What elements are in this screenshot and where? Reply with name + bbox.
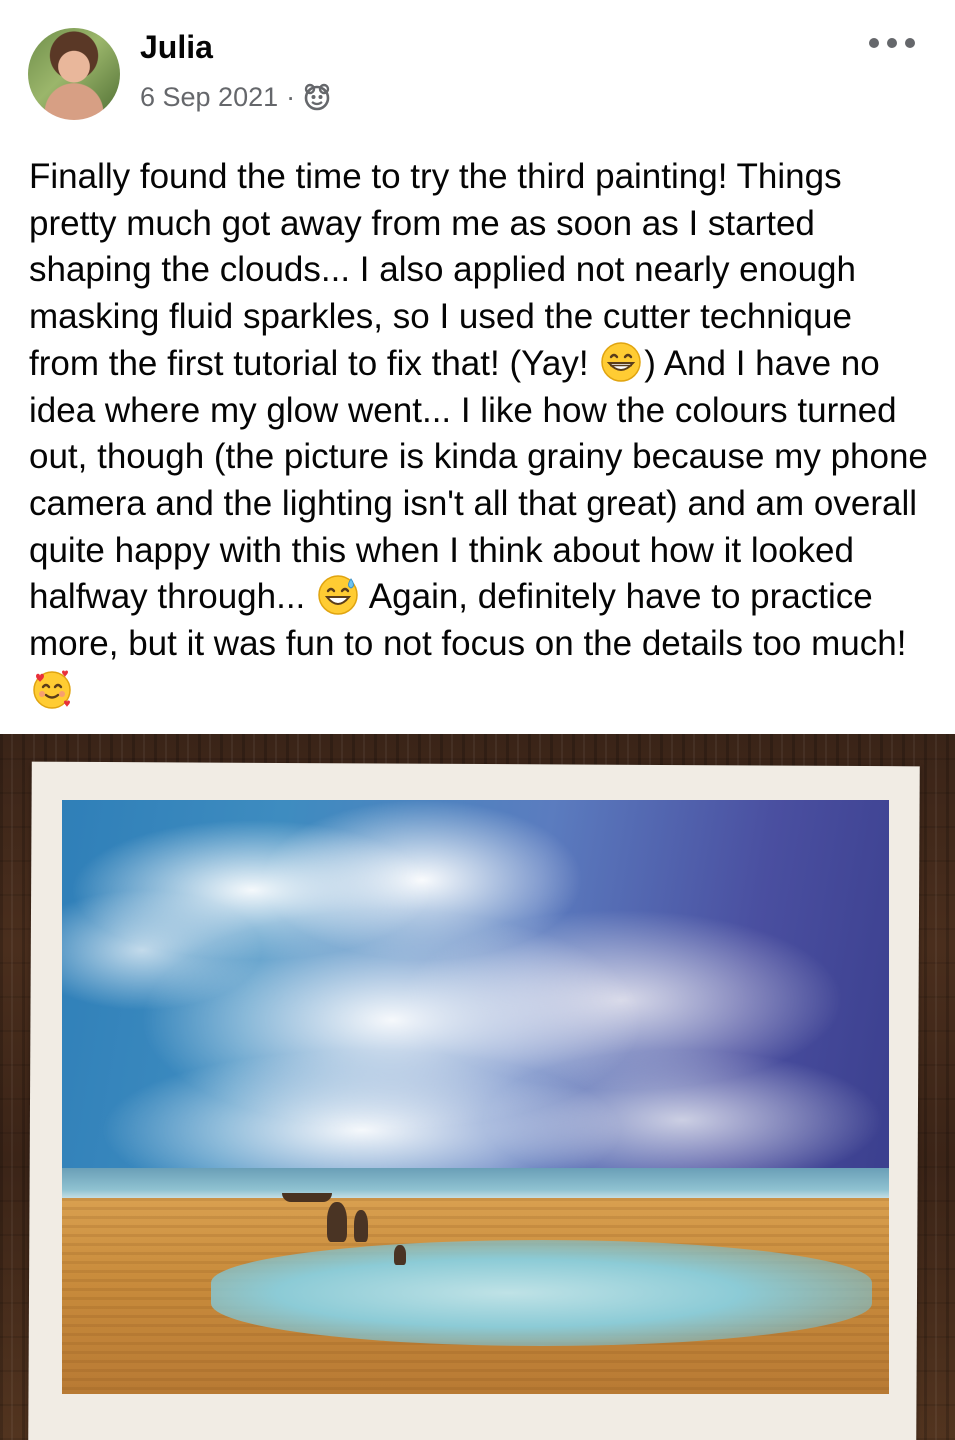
post-date[interactable]: 6 Sep 2021 bbox=[140, 82, 278, 113]
painting-figure bbox=[327, 1202, 347, 1242]
post-meta: 6 Sep 2021 · bbox=[140, 80, 331, 114]
painting-figure bbox=[394, 1245, 406, 1265]
painting-tide-pool bbox=[210, 1239, 873, 1347]
post-text: Finally found the time to try the third … bbox=[29, 154, 929, 714]
painting-sky bbox=[62, 800, 889, 1187]
friends-icon[interactable] bbox=[303, 83, 331, 111]
sweat-smile-emoji bbox=[318, 575, 358, 616]
grinning-emoji bbox=[601, 342, 642, 382]
post-text-part: ) And I have no idea where my glow went.… bbox=[29, 343, 928, 617]
author-avatar[interactable] bbox=[28, 28, 120, 120]
watercolor-painting bbox=[62, 800, 889, 1394]
smiling-hearts-emoji bbox=[33, 670, 71, 709]
painting-figure bbox=[354, 1210, 368, 1242]
more-options-icon[interactable] bbox=[869, 30, 915, 56]
painting-boat bbox=[282, 1193, 332, 1202]
meta-separator: · bbox=[286, 81, 296, 112]
author-name[interactable]: Julia bbox=[140, 28, 213, 66]
post-header: Julia 6 Sep 2021 · bbox=[0, 0, 955, 140]
more-dot bbox=[887, 38, 897, 48]
more-dot bbox=[905, 38, 915, 48]
more-dot bbox=[869, 38, 879, 48]
